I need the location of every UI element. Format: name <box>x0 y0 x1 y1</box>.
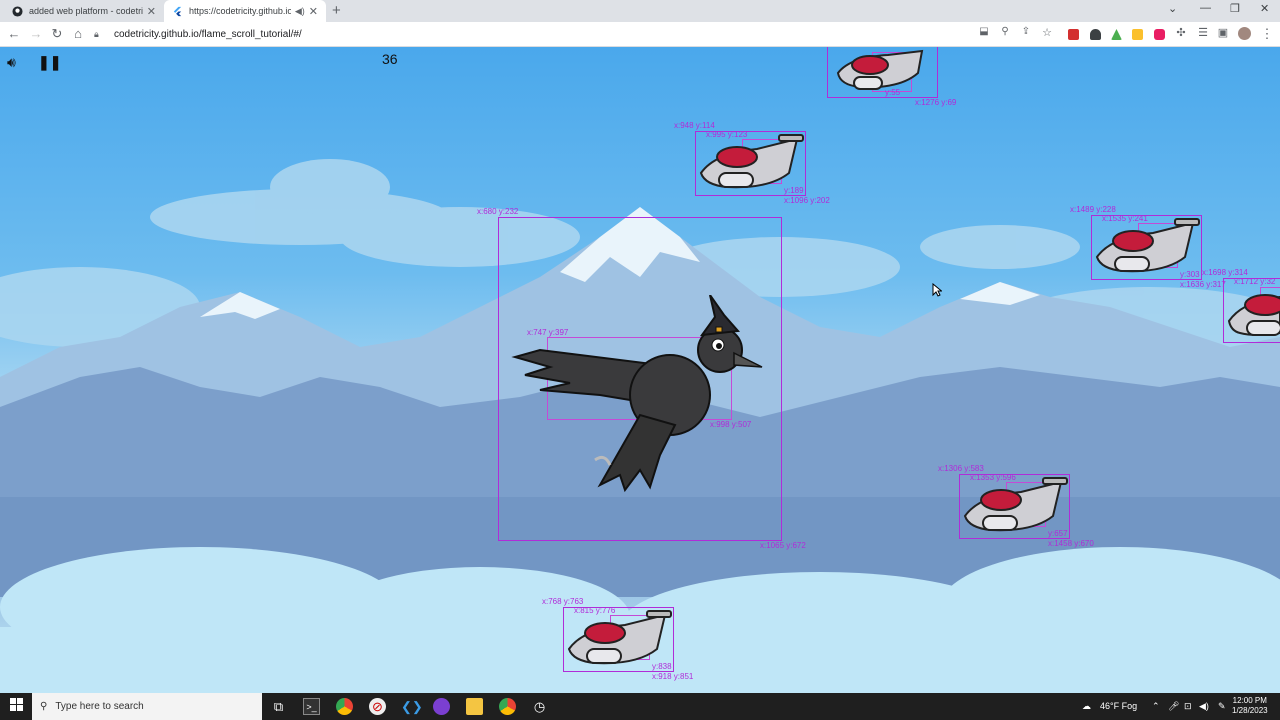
address-bar[interactable]: 🔒︎ codetricity.github.io/flame_scroll_tu… <box>94 25 1060 44</box>
chrome-active-icon[interactable] <box>499 698 516 715</box>
pocket-icon[interactable] <box>1154 29 1165 40</box>
debug-label: x:1096 y:202 <box>784 196 830 205</box>
debug-label: x:1276 y:69 <box>915 98 957 107</box>
clock-app-icon[interactable]: ◷ <box>531 698 548 715</box>
debug-label: x:1636 y:317 <box>1180 280 1226 289</box>
install-icon[interactable]: ⬓ <box>976 26 992 37</box>
pause-icon[interactable]: ❚❚ <box>38 54 61 71</box>
reading-list-icon[interactable]: ☰ <box>1195 26 1211 39</box>
side-panel-icon[interactable]: ▣ <box>1215 26 1231 39</box>
debug-label: x:918 y:851 <box>652 672 694 681</box>
debug-label: y:838 <box>652 662 672 671</box>
chrome-icon[interactable] <box>336 698 353 715</box>
terminal-icon[interactable]: >_ <box>303 698 320 715</box>
flutter-icon <box>173 6 182 16</box>
menu-dots-icon[interactable]: ⋮ <box>1259 26 1275 42</box>
enemy-ship <box>699 134 804 189</box>
debug-label: y:189 <box>784 186 804 195</box>
windows-start-icon[interactable] <box>8 698 25 715</box>
vscode-icon[interactable]: ❮❯ <box>401 698 423 715</box>
pen-icon[interactable]: ✎ <box>1218 701 1226 712</box>
github-icon <box>12 5 23 17</box>
debug-label: x:680 y:232 <box>477 207 519 216</box>
speaker-icon[interactable]: 🔊︎ <box>7 54 16 71</box>
home-icon[interactable]: ⌂ <box>70 26 86 41</box>
close-tab-icon[interactable]: ✕ <box>147 5 156 18</box>
debug-label: x:1698 y:314 <box>1202 268 1248 277</box>
extension-green-icon[interactable] <box>1111 29 1122 40</box>
back-icon[interactable]: ← <box>6 26 22 41</box>
taskbar-search-box[interactable]: ⚲ Type here to search <box>32 693 262 720</box>
task-view-icon[interactable]: ⧉ <box>270 698 287 715</box>
zoom-icon[interactable]: ⚲ <box>997 26 1013 37</box>
debug-label: x:1489 y:228 <box>1070 205 1116 214</box>
debug-label: x:1306 y:583 <box>938 464 984 473</box>
extension-yellow-icon[interactable] <box>1132 29 1143 40</box>
app-purple-icon[interactable] <box>433 698 450 715</box>
search-placeholder: Type here to search <box>55 701 144 712</box>
debug-label: y:303 <box>1180 270 1200 279</box>
minimize-icon[interactable]: — <box>1200 2 1211 14</box>
debug-label: x:768 y:763 <box>542 597 584 606</box>
microphone-icon[interactable]: 🎤︎ <box>1168 701 1179 712</box>
app-icon[interactable]: ⊘ <box>369 698 386 715</box>
url-text: codetricity.github.io/flame_scroll_tutor… <box>114 29 302 40</box>
forward-icon[interactable]: → <box>28 26 44 41</box>
close-window-icon[interactable]: ✕ <box>1260 2 1269 15</box>
star-icon[interactable]: ☆ <box>1039 26 1055 39</box>
mouse-cursor-icon <box>932 283 942 297</box>
lock-icon: 🔒︎ <box>94 29 99 39</box>
windows-taskbar: ⚲ Type here to search ⧉ >_ ⊘ ❮❯ ◷ ☁ 46°F… <box>0 693 1280 720</box>
tab-title: https://codetricity.github.io/fl <box>189 6 291 16</box>
tab-title: added web platform - codetricity <box>29 6 143 16</box>
weather-icon[interactable]: ☁ <box>1082 701 1091 712</box>
tab-audio-icon[interactable]: ◀) <box>295 6 305 17</box>
plus-icon[interactable]: + <box>332 2 341 19</box>
shield-icon[interactable] <box>1090 29 1101 40</box>
debug-label: x:998 y:507 <box>710 420 752 429</box>
enemy-ship <box>963 477 1068 532</box>
network-icon[interactable]: ⊡ <box>1184 701 1192 712</box>
enemy-ship <box>567 610 672 665</box>
file-explorer-icon[interactable] <box>466 698 483 715</box>
clock-time: 12:00 PM <box>1232 696 1267 705</box>
tray-chevron-icon[interactable]: ⌃ <box>1152 701 1160 712</box>
tab-active[interactable]: https://codetricity.github.io/fl ◀) ✕ <box>164 0 326 22</box>
enemy-ship <box>836 49 924 90</box>
volume-icon[interactable]: ◀) <box>1199 701 1209 712</box>
restore-icon[interactable]: ❐ <box>1230 2 1240 15</box>
avatar[interactable] <box>1238 27 1251 40</box>
taskbar-clock[interactable]: 12:00 PM 1/28/2023 <box>1232 696 1268 716</box>
enemy-ship <box>1227 294 1280 336</box>
debug-label: x:1065 y:672 <box>760 541 806 550</box>
debug-label: y:55 <box>885 88 901 97</box>
browser-tab-strip: added web platform - codetricity ✕ https… <box>0 0 1280 22</box>
browser-toolbar: ← → ↻ ⌂ 🔒︎ codetricity.github.io/flame_s… <box>0 22 1280 47</box>
score-display: 36 <box>382 51 398 67</box>
game-canvas[interactable]: 🔊︎ ❚❚ 36 y:55 x:1276 y:69 x:948 y:114 x:… <box>0 47 1280 693</box>
reload-icon[interactable]: ↻ <box>49 26 65 42</box>
chevron-down-icon[interactable]: ⌄ <box>1168 2 1177 15</box>
search-icon: ⚲ <box>40 701 48 712</box>
extensions-puzzle-icon[interactable]: ✣ <box>1173 26 1189 39</box>
witch-crow <box>511 295 763 493</box>
debug-label: y:657 <box>1048 529 1068 538</box>
weather-text[interactable]: 46°F Fog <box>1100 701 1137 711</box>
enemy-ship <box>1095 218 1200 273</box>
share-icon[interactable]: ⇪ <box>1018 26 1034 37</box>
close-tab-icon[interactable]: ✕ <box>309 5 318 18</box>
tab-inactive[interactable]: added web platform - codetricity ✕ <box>4 0 164 22</box>
extension-red-icon[interactable] <box>1068 29 1079 40</box>
debug-label: x:1458 y:670 <box>1048 539 1094 548</box>
debug-label: x:948 y:114 <box>674 121 715 130</box>
clock-date: 1/28/2023 <box>1232 706 1268 715</box>
